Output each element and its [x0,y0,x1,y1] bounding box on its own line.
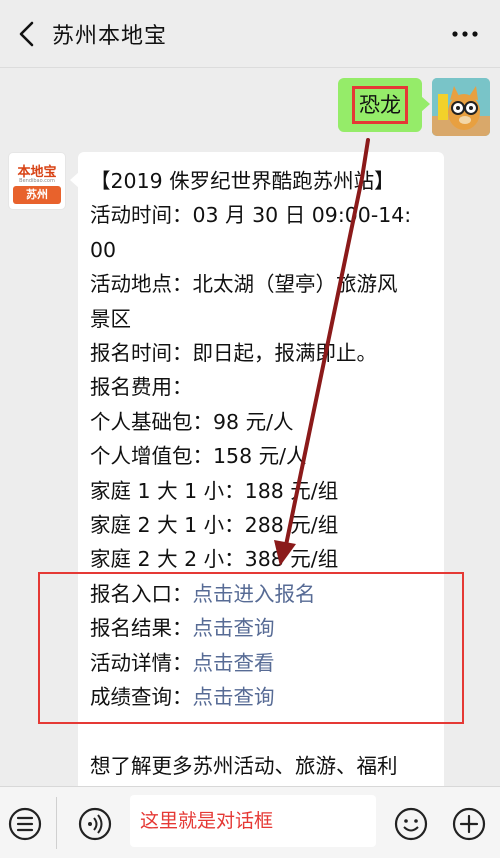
chevron-left-icon[interactable] [14,20,40,48]
message-line: 家庭 1 大 1 小：188 元/组 [90,478,339,503]
plus-icon[interactable] [452,807,486,841]
bottom-input-bar: 这里就是对话框 [0,786,500,858]
message-footer-line: 想了解更多苏州活动、旅游、福利 [90,753,398,778]
link-row-label: 成绩查询： [90,685,193,710]
user-message-row: 恐龙 [0,76,500,146]
message-line: 00 [90,237,117,262]
user-message-bubble[interactable]: 恐龙 [338,78,430,132]
bot-message-bubble[interactable]: 【2019 侏罗纪世界酷跑苏州站】 活动时间：03 月 30 日 09:00-1… [70,152,444,858]
message-line: 活动地点：北太湖（望亭）旅游风 [90,272,398,297]
more-dots-icon[interactable] [450,22,480,46]
link-row-register: 报名入口：点击进入报名 [90,577,432,611]
link-row-scores: 成绩查询：点击查询 [90,680,432,714]
user-message-text: 恐龙 [352,86,408,124]
bar-divider [56,797,57,849]
scores-link[interactable]: 点击查询 [193,685,275,709]
user-avatar[interactable] [432,78,490,136]
brand-logo-url: Bendibao.com [19,178,55,184]
message-line: 家庭 2 大 2 小：388 元/组 [90,547,339,572]
chat-title: 苏州本地宝 [52,24,168,49]
menu-list-icon[interactable] [8,807,42,841]
results-link[interactable]: 点击查询 [193,616,275,640]
cartoon-cat-avatar-icon [432,78,490,136]
top-bar: 苏州本地宝 [0,0,500,68]
emoji-icon[interactable] [394,807,428,841]
link-row-details: 活动详情：点击查看 [90,646,432,680]
message-input-field[interactable]: 这里就是对话框 [130,795,376,847]
input-annotation-text: 这里就是对话框 [140,810,274,832]
link-row-label: 活动详情： [90,650,193,675]
voice-input-icon[interactable] [78,807,112,841]
details-link[interactable]: 点击查看 [193,651,275,675]
link-row-label: 报名入口： [90,581,193,606]
message-line: 个人基础包：98 元/人 [90,409,294,434]
link-row-label: 报名结果： [90,616,193,641]
official-account-avatar[interactable]: 本地宝 Bendibao.com 苏州 [8,152,66,210]
message-line: 报名费用： [90,375,193,400]
message-line: 家庭 2 大 1 小：288 元/组 [90,513,339,538]
message-line: 报名时间：即日起，报满即止。 [90,341,377,366]
message-line: 景区 [90,306,131,331]
link-row-results: 报名结果：点击查询 [90,611,432,645]
register-link[interactable]: 点击进入报名 [193,582,316,606]
brand-logo-city: 苏州 [13,186,61,204]
message-line: 【2019 侏罗纪世界酷跑苏州站】 [90,169,395,193]
message-line: 个人增值包：158 元/人 [90,444,307,469]
message-line: 活动时间：03 月 30 日 09:00-14: [90,203,412,228]
